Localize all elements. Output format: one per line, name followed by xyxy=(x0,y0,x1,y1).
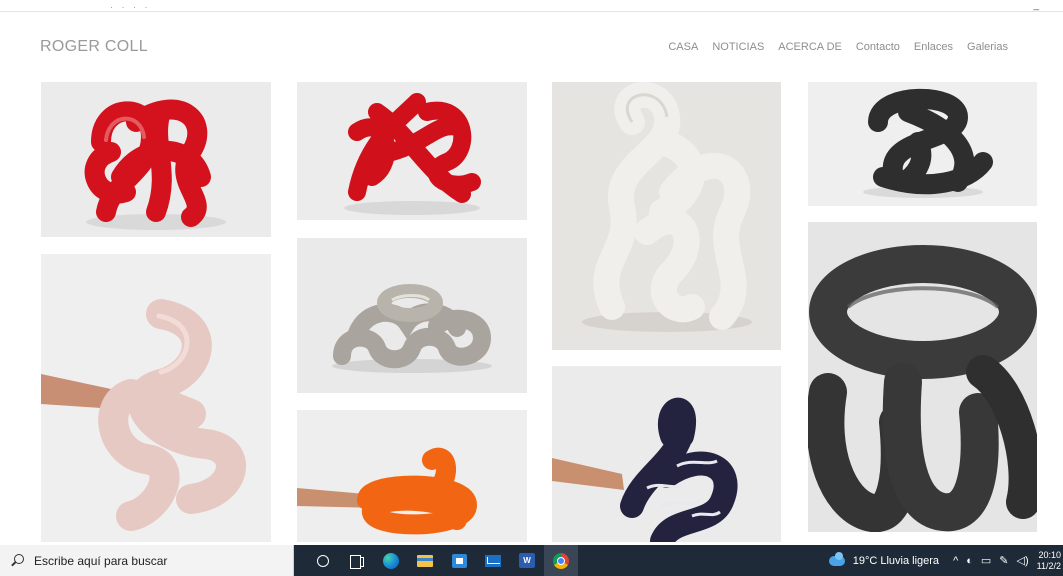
pen-icon[interactable]: ✎ xyxy=(999,554,1008,567)
tray-chevron-icon[interactable]: ^ xyxy=(953,555,958,567)
clock-time: 20:10 xyxy=(1038,549,1061,560)
word-button[interactable]: W xyxy=(510,545,544,576)
cortana-button[interactable] xyxy=(306,545,340,576)
folder-icon xyxy=(417,554,433,567)
battery-icon[interactable]: ▭ xyxy=(981,554,991,567)
edge-icon xyxy=(383,552,399,569)
gallery-image-red-knot-2[interactable] xyxy=(297,82,527,220)
cortana-icon xyxy=(317,554,329,567)
nav-acerca-de[interactable]: ACERCA DE xyxy=(778,41,842,53)
nav-noticias[interactable]: NOTICIAS xyxy=(712,41,764,53)
chrome-icon xyxy=(553,552,569,569)
task-view-button[interactable] xyxy=(340,545,374,576)
search-placeholder: Escribe aquí para buscar xyxy=(34,553,168,568)
site-title[interactable]: ROGER COLL xyxy=(40,38,148,56)
main-nav: CASA NOTICIAS ACERCA DE Contacto Enlaces… xyxy=(654,41,1008,53)
search-icon xyxy=(10,553,24,568)
system-tray: 19°C Lluvia ligera ^ ◐ ▭ ✎ ◁) 20:10 11/2… xyxy=(828,545,1063,576)
gallery-image-red-knot-1[interactable] xyxy=(41,82,271,237)
volume-icon[interactable]: ◁) xyxy=(1017,554,1029,567)
taskbar-search[interactable]: Escribe aquí para buscar xyxy=(0,545,294,576)
gallery-image-white-loops[interactable] xyxy=(552,82,781,350)
nav-enlaces[interactable]: Enlaces xyxy=(914,41,953,53)
nav-galerias[interactable]: Galerias xyxy=(967,41,1008,53)
weather-text[interactable]: 19°C Lluvia ligera xyxy=(853,555,939,567)
browser-strip: · · · · _ xyxy=(0,0,1063,12)
network-icon[interactable]: ◐ xyxy=(966,555,973,567)
clock[interactable]: 20:10 11/2/2 xyxy=(1037,550,1061,572)
edge-button[interactable] xyxy=(374,545,408,576)
store-icon xyxy=(451,553,467,568)
mail-icon xyxy=(485,554,501,567)
clock-date: 11/2/2 xyxy=(1036,560,1061,571)
mail-button[interactable] xyxy=(476,545,510,576)
minimize-icon[interactable]: _ xyxy=(1033,0,1039,11)
browser-remnant: · · · · xyxy=(110,2,151,12)
word-icon: W xyxy=(519,553,535,568)
taskbar-apps: W xyxy=(306,545,578,576)
weather-icon[interactable] xyxy=(828,551,845,566)
gallery-image-pink-wave[interactable] xyxy=(41,254,271,542)
file-explorer-button[interactable] xyxy=(408,545,442,576)
site-header: ROGER COLL CASA NOTICIAS ACERCA DE Conta… xyxy=(0,12,1063,72)
gallery-image-dark-rings[interactable] xyxy=(808,222,1037,532)
nav-casa[interactable]: CASA xyxy=(668,41,698,53)
store-button[interactable] xyxy=(442,545,476,576)
gallery-image-orange-coil[interactable] xyxy=(297,410,527,542)
gallery-image-navy-stripes[interactable] xyxy=(552,366,781,542)
task-view-icon xyxy=(350,554,364,569)
gallery-image-black-knot-small[interactable] xyxy=(808,82,1037,206)
nav-contacto[interactable]: Contacto xyxy=(856,41,900,53)
taskbar: Escribe aquí para buscar W 19°C Lluvia l… xyxy=(0,545,1063,576)
gallery-image-silver-links[interactable] xyxy=(297,238,527,393)
chrome-button[interactable] xyxy=(544,545,578,576)
